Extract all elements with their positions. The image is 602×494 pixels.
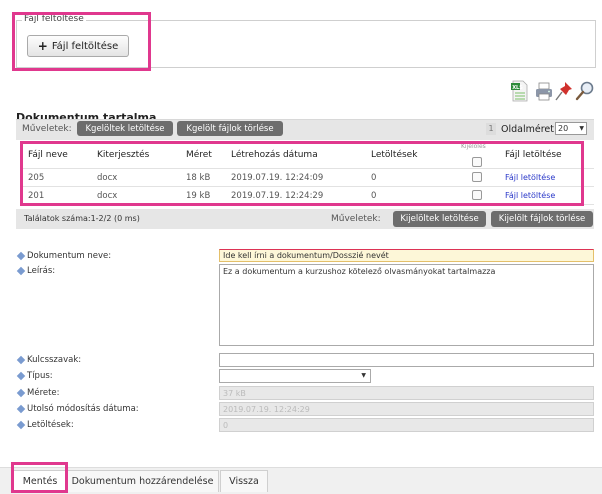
keywords-input[interactable] [219, 353, 594, 367]
page-size-select[interactable]: 20 ▼ [555, 122, 587, 135]
download-selected-button[interactable]: Kijelöltek letöltése [393, 211, 486, 227]
chevron-down-icon: ▼ [361, 372, 366, 379]
highlight-save-tab [11, 462, 68, 493]
tab-assign-document[interactable]: Dokumentum hozzárendelése [66, 470, 219, 492]
page-size-label: Oldalméret [501, 124, 554, 135]
diamond-bullet-icon [16, 404, 26, 414]
page-size-value: 20 [558, 124, 569, 133]
highlight-table [20, 141, 584, 206]
diamond-bullet-icon [16, 355, 26, 365]
highlight-upload [12, 12, 151, 71]
document-name-field[interactable]: Ide kell írni a dokumentum/Dosszié nevét [219, 249, 594, 262]
type-label: Típus: [16, 371, 53, 381]
operations-label: Műveletek: [22, 124, 72, 134]
tab-back[interactable]: Vissza [220, 470, 268, 492]
size-label: Mérete: [16, 388, 60, 398]
diamond-bullet-icon [16, 251, 26, 261]
description-label: Leírás: [16, 266, 55, 276]
delete-checked-button[interactable]: Kgelölt fájlok törlése [177, 121, 283, 136]
modified-date-field: 2019.07.19. 12:24:29 [219, 402, 594, 416]
page-number: 1 [486, 123, 496, 135]
diamond-bullet-icon [16, 266, 26, 276]
search-icon[interactable] [575, 80, 595, 102]
excel-export-icon[interactable]: XLS [510, 80, 530, 102]
chevron-down-icon: ▼ [579, 125, 584, 132]
diamond-bullet-icon [16, 420, 26, 430]
modified-date-label: Utolsó módosítás dátuma: [16, 404, 139, 414]
type-select[interactable]: ▼ [219, 369, 371, 383]
download-checked-button[interactable]: Kgelöltek letöltése [77, 121, 173, 136]
description-textarea[interactable]: Ez a dokumentum a kurzushoz kötelező olv… [219, 264, 594, 346]
downloads-field: 0 [219, 418, 594, 432]
downloads-label: Letöltések: [16, 420, 74, 430]
operations-label: Műveletek: [331, 214, 381, 224]
delete-selected-button[interactable]: Kijelölt fájlok törlése [491, 211, 593, 227]
pin-icon[interactable] [554, 80, 574, 102]
results-count: Találatok száma:1-2/2 (0 ms) [24, 214, 140, 223]
document-name-label: Dokumentum neve: [16, 251, 111, 261]
keywords-label: Kulcsszavak: [16, 355, 81, 365]
print-icon[interactable] [534, 80, 554, 102]
size-field: 37 kB [219, 386, 594, 400]
diamond-bullet-icon [16, 388, 26, 398]
diamond-bullet-icon [16, 371, 26, 381]
svg-text:XLS: XLS [512, 85, 523, 91]
